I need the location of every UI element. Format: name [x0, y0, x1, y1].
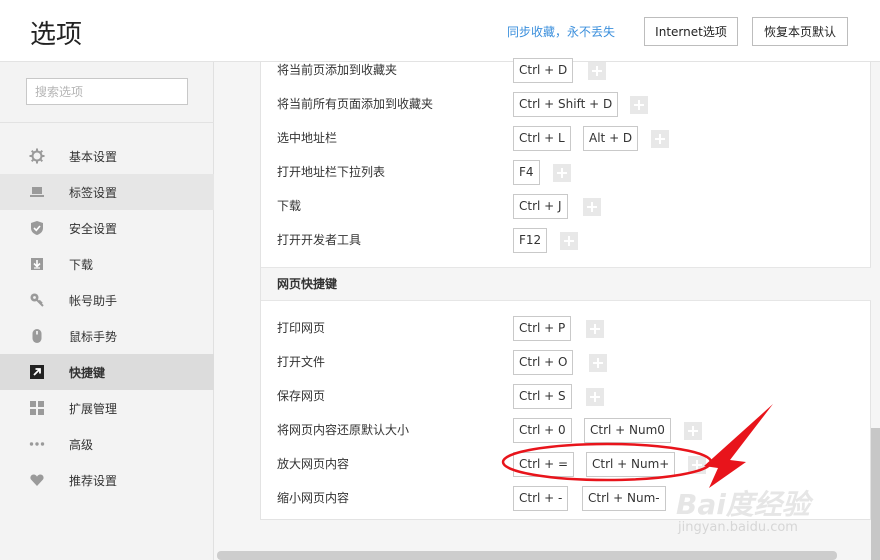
page-title: 选项	[30, 20, 83, 50]
sidebar-item-label: 高级	[69, 437, 94, 452]
shortcut-key[interactable]: Ctrl + P	[513, 316, 572, 341]
shortcut-label: 下载	[277, 199, 302, 213]
shortcut-label: 将当前所有页面添加到收藏夹	[277, 97, 434, 111]
sidebar-item-label: 鼠标手势	[69, 329, 118, 344]
watermark: Bai度经验	[676, 488, 810, 521]
shortcut-key[interactable]: Ctrl + -	[513, 486, 569, 511]
shortcut-row: 将当前所有页面添加到收藏夹 Ctrl + Shift + D	[261, 87, 871, 121]
shortcut-label: 选中地址栏	[277, 131, 338, 145]
restore-defaults-button[interactable]: 恢复本页默认	[752, 17, 848, 46]
shortcut-key[interactable]: F4	[513, 160, 540, 185]
shortcut-row: 放大网页内容 Ctrl + = Ctrl + Num+	[261, 447, 871, 481]
shortcut-label: 将网页内容还原默认大小	[277, 423, 410, 437]
sidebar-item-security[interactable]: 安全设置	[0, 210, 214, 246]
download-icon	[29, 256, 45, 272]
shortcut-key[interactable]: Ctrl + S	[513, 384, 572, 409]
shortcut-label: 打开地址栏下拉列表	[277, 165, 386, 179]
shortcut-row: 打开开发者工具 F12	[261, 223, 871, 257]
mouse-icon	[29, 328, 45, 344]
shortcut-row: 下载 Ctrl + J	[261, 189, 871, 223]
shortcut-label: 将当前页添加到收藏夹	[277, 63, 398, 77]
sidebar-item-label: 标签设置	[69, 185, 118, 200]
gear-icon	[29, 148, 45, 164]
add-shortcut-button[interactable]	[651, 130, 669, 148]
add-shortcut-button[interactable]	[583, 198, 601, 216]
internet-options-button[interactable]: Internet选项	[644, 17, 738, 46]
dots-icon	[29, 436, 45, 452]
add-shortcut-button[interactable]	[630, 96, 648, 114]
shortcuts-panel: 将当前页添加到收藏夹 Ctrl + D 将当前所有页面添加到收藏夹 Ctrl +…	[260, 58, 871, 520]
shortcut-row: 打印网页 Ctrl + P	[261, 311, 871, 345]
add-shortcut-button[interactable]	[688, 456, 706, 474]
grid-icon	[29, 400, 45, 416]
sidebar-item-extensions[interactable]: 扩展管理	[0, 390, 214, 426]
add-shortcut-button[interactable]	[560, 232, 578, 250]
heart-icon	[29, 472, 45, 488]
shortcut-key[interactable]: F12	[513, 228, 548, 253]
sidebar-divider	[0, 122, 214, 123]
shortcut-arrow-icon	[29, 364, 45, 380]
key-icon	[29, 292, 45, 308]
add-shortcut-button[interactable]	[588, 62, 606, 80]
sidebar-item-download[interactable]: 下载	[0, 246, 214, 282]
shortcut-key[interactable]: Ctrl + Num0	[584, 418, 671, 443]
shortcut-key[interactable]: Ctrl + O	[513, 350, 574, 375]
shortcut-label: 打开开发者工具	[277, 233, 362, 247]
sidebar-item-mouse-gesture[interactable]: 鼠标手势	[0, 318, 214, 354]
shortcut-label: 缩小网页内容	[277, 491, 350, 505]
shortcut-key[interactable]: Ctrl + Num+	[586, 452, 676, 477]
shortcut-label: 打印网页	[277, 321, 326, 335]
shortcut-key[interactable]: Ctrl + =	[513, 452, 575, 477]
sidebar-item-label: 安全设置	[69, 221, 118, 236]
shortcut-key[interactable]: Ctrl + Shift + D	[513, 92, 619, 117]
section-title: 网页快捷键	[277, 277, 338, 291]
sidebar-item-label: 推荐设置	[69, 473, 118, 488]
add-shortcut-button[interactable]	[589, 354, 607, 372]
shortcut-row: 打开地址栏下拉列表 F4	[261, 155, 871, 189]
watermark-url: jingyan.baidu.com	[678, 520, 798, 535]
add-shortcut-button[interactable]	[553, 164, 571, 182]
shortcut-label: 保存网页	[277, 389, 326, 403]
sidebar-item-basic[interactable]: 基本设置	[0, 138, 214, 174]
shortcut-key[interactable]: Ctrl + J	[513, 194, 568, 219]
laptop-icon	[29, 184, 45, 200]
shortcut-key[interactable]: Ctrl + 0	[513, 418, 572, 443]
sidebar-item-label: 扩展管理	[69, 401, 118, 416]
sidebar-item-label: 帐号助手	[69, 293, 118, 308]
webpage-shortcuts-header: 网页快捷键	[261, 267, 871, 301]
search-options-input[interactable]	[26, 78, 188, 105]
shortcut-row: 打开文件 Ctrl + O	[261, 345, 871, 379]
shortcut-key[interactable]: Alt + D	[583, 126, 639, 151]
sync-favorites-link[interactable]: 同步收藏，永不丢失	[507, 23, 615, 40]
sidebar-item-label: 快捷键	[69, 365, 106, 380]
shortcut-label: 打开文件	[277, 355, 326, 369]
shortcut-key[interactable]: Ctrl + Num-	[582, 486, 666, 511]
sidebar-item-account[interactable]: 帐号助手	[0, 282, 214, 318]
sidebar: 基本设置 标签设置 安全设置 下载 帐号助手 鼠标手势 快捷键	[0, 62, 214, 560]
sidebar-item-advanced[interactable]: 高级	[0, 426, 214, 462]
sidebar-item-recommended[interactable]: 推荐设置	[0, 462, 214, 498]
shortcut-row: 选中地址栏 Ctrl + L Alt + D	[261, 121, 871, 155]
shortcut-row: 将网页内容还原默认大小 Ctrl + 0 Ctrl + Num0	[261, 413, 871, 447]
shortcut-label: 放大网页内容	[277, 457, 350, 471]
vertical-scrollbar[interactable]	[871, 428, 880, 560]
sidebar-item-label: 下载	[69, 257, 94, 272]
shortcut-key[interactable]: Ctrl + L	[513, 126, 571, 151]
shortcut-key[interactable]: Ctrl + D	[513, 58, 574, 83]
shortcut-row: 将当前页添加到收藏夹 Ctrl + D	[261, 53, 871, 87]
sidebar-item-shortcuts[interactable]: 快捷键	[0, 354, 214, 390]
sidebar-item-label: 基本设置	[69, 149, 118, 164]
add-shortcut-button[interactable]	[684, 422, 702, 440]
shortcut-row: 保存网页 Ctrl + S	[261, 379, 871, 413]
horizontal-scrollbar[interactable]	[217, 551, 837, 560]
add-shortcut-button[interactable]	[586, 388, 604, 406]
shield-icon	[29, 220, 45, 236]
add-shortcut-button[interactable]	[586, 320, 604, 338]
sidebar-item-tabs[interactable]: 标签设置	[0, 174, 214, 210]
